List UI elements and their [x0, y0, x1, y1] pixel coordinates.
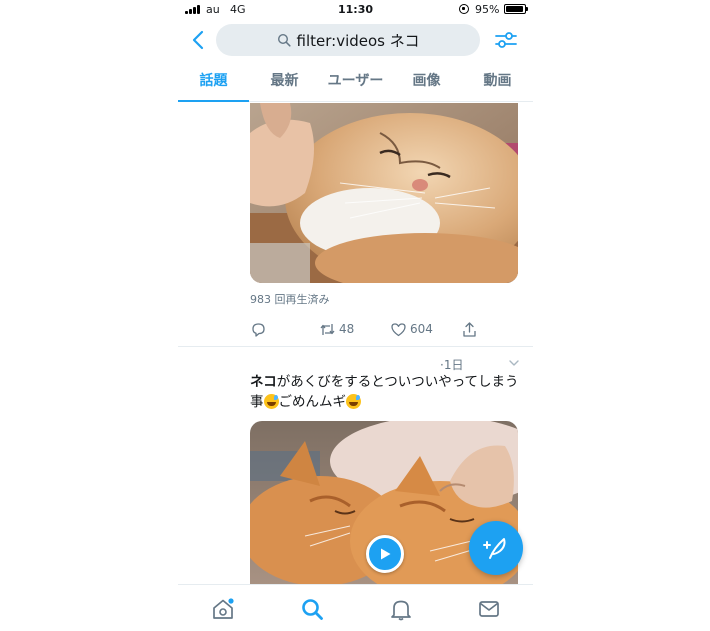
tweet-text: ネコがあくびをするとついついやってしまう 事ごめんムギ: [250, 372, 522, 412]
back-icon[interactable]: [188, 29, 210, 51]
explore-icon[interactable]: [300, 597, 324, 621]
like-button[interactable]: 604: [390, 320, 433, 338]
phone-screen: au 4G 11:30 95% filter:videos ネコ 話題 最新 ユ…: [178, 0, 533, 631]
tab-latest[interactable]: 最新: [249, 62, 320, 101]
play-button[interactable]: [366, 535, 404, 573]
battery-icon: [504, 4, 528, 14]
tab-users[interactable]: ユーザー: [320, 62, 391, 101]
retweet-button[interactable]: 48: [319, 320, 354, 338]
search-icon: [277, 33, 291, 47]
battery-percent: 95%: [475, 3, 500, 16]
sweat-smile-emoji-icon: [263, 394, 279, 409]
search-tabs: 話題 最新 ユーザー 画像 動画: [178, 62, 533, 102]
tweet-text-line2a: 事: [250, 394, 264, 410]
tab-images[interactable]: 画像: [391, 62, 462, 101]
tweet-text-line1: があくびをするとついついやってしまう: [276, 374, 519, 390]
tweet-time: ·1日: [440, 358, 464, 372]
tweet-video-thumbnail[interactable]: [250, 103, 518, 283]
share-button[interactable]: [461, 320, 481, 338]
caret-down-icon[interactable]: [508, 357, 520, 369]
search-query: filter:videos ネコ: [296, 31, 420, 50]
tab-videos[interactable]: 動画: [462, 62, 533, 101]
play-icon: [381, 548, 391, 560]
compose-icon: [483, 538, 506, 559]
bottom-tab-bar: [178, 584, 533, 631]
tweet-actions: 48 604: [250, 320, 490, 338]
home-icon[interactable]: [211, 597, 235, 621]
like-icon: [391, 322, 406, 336]
compose-tweet-button[interactable]: [469, 521, 523, 575]
notifications-icon[interactable]: [389, 597, 413, 621]
tweet-text-line2b: ごめんムギ: [278, 394, 347, 410]
like-count: 604: [410, 322, 433, 336]
view-count: 983 回再生済み: [250, 293, 330, 306]
tweet-hashword: ネコ: [250, 374, 277, 390]
retweet-count: 48: [339, 322, 355, 336]
tweet-divider: [178, 346, 533, 347]
rotation-lock-icon: [459, 4, 469, 14]
messages-icon[interactable]: [477, 597, 501, 621]
search-input[interactable]: filter:videos ネコ: [216, 24, 480, 56]
tab-top[interactable]: 話題: [178, 62, 249, 102]
status-bar: au 4G 11:30 95%: [178, 0, 533, 20]
retweet-icon: [320, 323, 335, 335]
share-icon: [463, 321, 476, 337]
sweat-smile-emoji-icon: [346, 394, 361, 409]
filter-icon[interactable]: [494, 28, 518, 52]
reply-button[interactable]: [250, 320, 270, 338]
reply-icon: [252, 322, 265, 337]
cat-photo-image: [250, 103, 518, 283]
